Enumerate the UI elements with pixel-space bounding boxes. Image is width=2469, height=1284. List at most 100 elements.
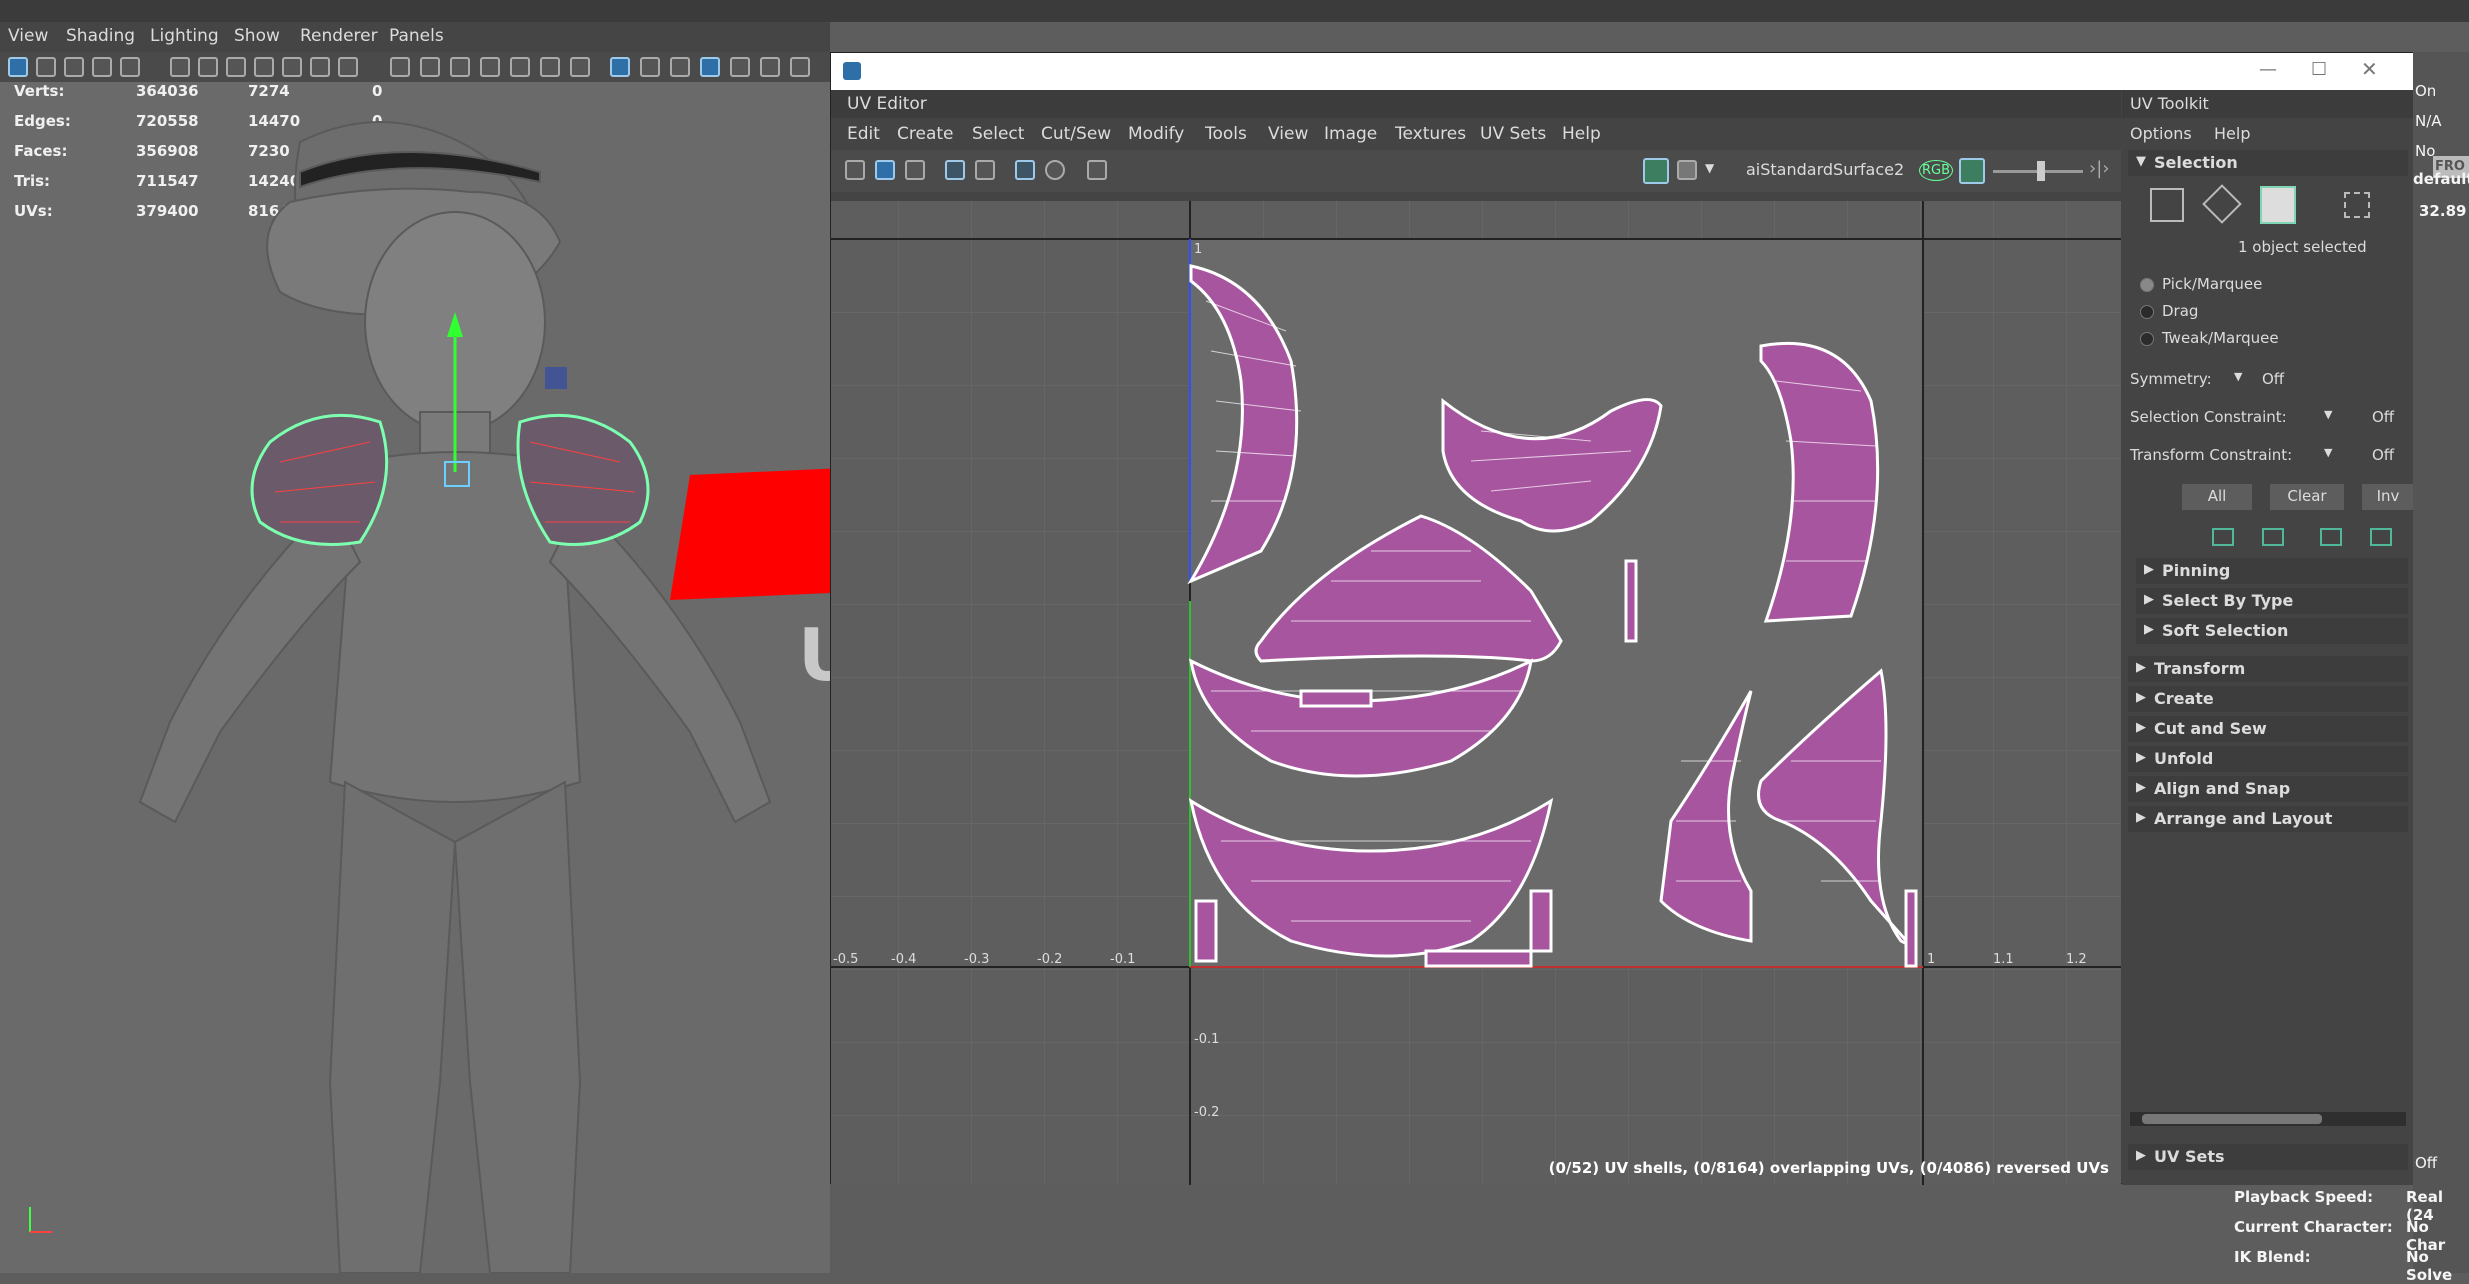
texture-toggle-icon[interactable]: [670, 57, 690, 77]
2d-pan-icon[interactable]: [120, 57, 140, 77]
menu-shading[interactable]: Shading: [66, 26, 135, 46]
expanded-icon: ▼: [2136, 154, 2146, 169]
selection-section-header[interactable]: ▼ Selection: [2128, 150, 2408, 176]
drag-radio[interactable]: [2140, 305, 2154, 319]
shaded-icon[interactable]: [610, 57, 630, 77]
field-chart-icon[interactable]: [282, 57, 302, 77]
select-all-button[interactable]: All: [2182, 484, 2252, 510]
wire-on-shaded-icon[interactable]: [640, 57, 660, 77]
close-icon[interactable]: ✕: [2361, 57, 2378, 81]
menu-view[interactable]: View: [8, 26, 48, 46]
create-section[interactable]: ▶ Create: [2128, 686, 2408, 712]
selection-constraint-dropdown[interactable]: ▼ Off: [2322, 406, 2402, 428]
maximize-icon[interactable]: ☐: [2311, 59, 2327, 80]
arrange-and-layout-section[interactable]: ▶ Arrange and Layout: [2128, 806, 2408, 832]
image-plane-icon[interactable]: [92, 57, 112, 77]
tweak-marquee-radio[interactable]: [2140, 332, 2154, 346]
vertex-mode-icon[interactable]: [2150, 188, 2184, 222]
checker-pattern-icon[interactable]: [1677, 160, 1697, 180]
uv-menu-uvsets[interactable]: UV Sets: [1480, 124, 1546, 144]
uv-distortion-icon[interactable]: [1045, 160, 1065, 180]
expand-toolbar-icon[interactable]: ›|›: [2089, 158, 2109, 179]
uv-menu-select[interactable]: Select: [972, 124, 1024, 144]
character-model[interactable]: [0, 82, 830, 1273]
camera-attributes-icon[interactable]: [36, 57, 56, 77]
perspective-viewport[interactable]: Verts: 364036 7274 0 Edges: 720558 14470…: [0, 82, 830, 1273]
exposure-slider-handle[interactable]: [2037, 161, 2045, 181]
uv-shaded-icon[interactable]: [1015, 160, 1035, 180]
uv-menu-modify[interactable]: Modify: [1128, 124, 1184, 144]
shadows-icon[interactable]: [760, 57, 780, 77]
uv-shell-mode-icon[interactable]: [875, 160, 895, 180]
uv-layout[interactable]: -0.5 -0.4 -0.3 -0.2 -0.1 1 1.1 1.2 1 -0.…: [831, 201, 2121, 1185]
soft-selection-section[interactable]: ▶ Soft Selection: [2136, 618, 2408, 644]
smooth-shade-icon[interactable]: [450, 57, 470, 77]
light-bulb-icon[interactable]: [730, 57, 750, 77]
clear-selection-button[interactable]: Clear: [2270, 484, 2344, 510]
shrink-selection-icon[interactable]: [2262, 528, 2284, 546]
uv-menu-textures[interactable]: Textures: [1395, 124, 1466, 144]
textured-icon[interactable]: [540, 57, 560, 77]
isolate-icon[interactable]: [510, 57, 530, 77]
chevron-down-icon[interactable]: ▼: [1705, 161, 1714, 175]
toolkit-menu-options[interactable]: Options: [2130, 124, 2192, 143]
transform-constraint-dropdown[interactable]: ▼ Off: [2322, 444, 2402, 466]
pinning-section[interactable]: ▶ Pinning: [2136, 558, 2408, 584]
select-border-icon[interactable]: [2320, 528, 2342, 546]
bookmark-icon[interactable]: [64, 57, 84, 77]
uv-menu-edit[interactable]: Edit: [847, 124, 880, 144]
uv-canvas[interactable]: -0.5 -0.4 -0.3 -0.2 -0.1 1 1.1 1.2 1 -0.…: [831, 201, 2121, 1185]
grid-icon[interactable]: [390, 57, 410, 77]
cut-and-sew-section[interactable]: ▶ Cut and Sew: [2128, 716, 2408, 742]
uv-snapshot-icon[interactable]: [1087, 160, 1107, 180]
symmetry-dropdown[interactable]: ▼ Off: [2232, 368, 2382, 390]
scrollbar-thumb[interactable]: [2142, 1114, 2322, 1124]
uv-menu-image[interactable]: Image: [1324, 124, 1377, 144]
uv-menu-view[interactable]: View: [1268, 124, 1308, 144]
wireframe-icon[interactable]: [420, 57, 440, 77]
unfold-section[interactable]: ▶ Unfold: [2128, 746, 2408, 772]
rgb-channel[interactable]: RGB: [1919, 160, 1954, 181]
uv-menu-help[interactable]: Help: [1562, 124, 1601, 144]
gate-mask-icon[interactable]: [254, 57, 274, 77]
transform-section[interactable]: ▶ Transform: [2128, 656, 2408, 682]
material-name[interactable]: aiStandardSurface2: [1746, 160, 1904, 179]
pick-marquee-radio[interactable]: [2140, 278, 2154, 292]
invert-selection-button[interactable]: Inv: [2362, 484, 2414, 510]
film-gate-icon[interactable]: [198, 57, 218, 77]
uv-menu-tools[interactable]: Tools: [1205, 124, 1247, 144]
object-mode-icon[interactable]: [2260, 186, 2296, 224]
uv-grid-icon[interactable]: [945, 160, 965, 180]
select-by-type-section[interactable]: ▶ Select By Type: [2136, 588, 2408, 614]
texture-toggle-icon[interactable]: [1959, 158, 1985, 184]
uv-menu-create[interactable]: Create: [897, 124, 954, 144]
safe-title-icon[interactable]: [338, 57, 358, 77]
xray-icon[interactable]: [480, 57, 500, 77]
grow-selection-icon[interactable]: [2212, 528, 2234, 546]
uv-shell-select-icon[interactable]: [2344, 192, 2370, 218]
camera-icon[interactable]: [170, 57, 190, 77]
uv-pixel-snap-icon[interactable]: [975, 160, 995, 180]
menu-panels[interactable]: Panels: [389, 26, 444, 46]
toolkit-menu-help[interactable]: Help: [2214, 124, 2250, 143]
resolution-gate-icon[interactable]: [226, 57, 246, 77]
menu-show[interactable]: Show: [234, 26, 280, 46]
uv-image-icon[interactable]: [905, 160, 925, 180]
info-off: Off: [2415, 1154, 2438, 1172]
ao-icon[interactable]: [790, 57, 810, 77]
minimize-icon[interactable]: —: [2259, 59, 2277, 80]
menu-renderer[interactable]: Renderer: [300, 26, 378, 46]
uv-menu-cutsew[interactable]: Cut/Sew: [1041, 124, 1111, 144]
menu-lighting[interactable]: Lighting: [150, 26, 219, 46]
select-camera-icon[interactable]: [8, 57, 28, 77]
select-shell-border-icon[interactable]: [2370, 528, 2392, 546]
safe-action-icon[interactable]: [310, 57, 330, 77]
align-and-snap-section[interactable]: ▶ Align and Snap: [2128, 776, 2408, 802]
uv-select-tool-icon[interactable]: [845, 160, 865, 180]
edge-mode-icon[interactable]: [2202, 184, 2242, 224]
lights-icon[interactable]: [570, 57, 590, 77]
horizontal-scrollbar[interactable]: [2130, 1112, 2406, 1126]
image-display-icon[interactable]: [1643, 158, 1669, 184]
uv-sets-section[interactable]: ▶ UV Sets: [2128, 1144, 2408, 1170]
checker-icon[interactable]: [700, 57, 720, 77]
